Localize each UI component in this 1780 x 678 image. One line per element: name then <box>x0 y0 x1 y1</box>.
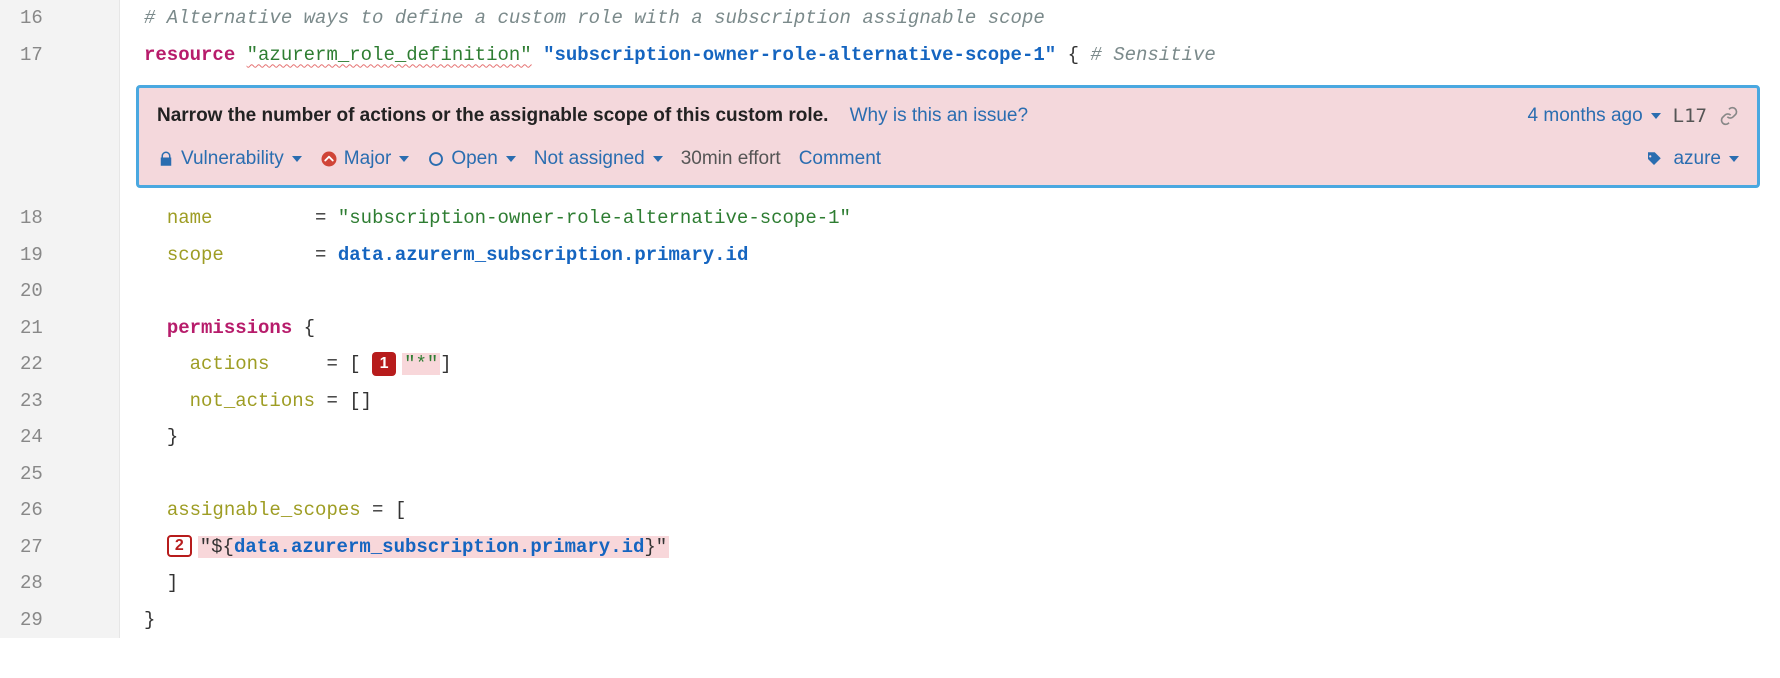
issue-assignee-label: Not assigned <box>534 145 645 174</box>
line-number: 23 <box>0 383 120 420</box>
tag-icon <box>1645 150 1663 168</box>
issue-severity-dropdown[interactable]: Major <box>320 145 410 174</box>
secondary-location-marker[interactable]: 1 <box>372 352 396 376</box>
line-number: 25 <box>0 456 120 493</box>
line-number: 24 <box>0 419 120 456</box>
bracket-close: ] <box>167 572 178 594</box>
line-number: 20 <box>0 273 120 310</box>
line-number: 27 <box>0 529 120 566</box>
code-content: } <box>120 419 178 456</box>
chevron-down-icon <box>1651 113 1661 119</box>
status-open-icon <box>427 150 445 168</box>
code-content: assignable_scopes = [ <box>120 492 406 529</box>
code-line: 28 ] <box>0 565 1780 602</box>
line-number: 28 <box>0 565 120 602</box>
ident-not-actions: not_actions <box>190 390 315 412</box>
code-content: actions = [ 1"*"] <box>120 346 452 383</box>
code-line: 21 permissions { <box>0 310 1780 347</box>
why-issue-link[interactable]: Why is this an issue? <box>850 105 1028 126</box>
issue-severity-label: Major <box>344 145 392 174</box>
highlighted-code: "${data.azurerm_subscription.primary.id}… <box>198 536 670 558</box>
code-line: 24 } <box>0 419 1780 456</box>
code-content: } <box>120 602 155 639</box>
code-line: 26 assignable_scopes = [ <box>0 492 1780 529</box>
ident-scope: scope <box>167 244 224 266</box>
code-line: 25 <box>0 456 1780 493</box>
issue-assignee-dropdown[interactable]: Not assigned <box>534 145 663 174</box>
code-line: 23 not_actions = [] <box>0 383 1780 420</box>
line-number: 19 <box>0 237 120 274</box>
code-content: permissions { <box>120 310 315 347</box>
chevron-down-icon <box>292 156 302 162</box>
ident-permissions: permissions <box>167 317 292 339</box>
brace-close: } <box>167 426 178 448</box>
code-line: 16 # Alternative ways to define a custom… <box>0 0 1780 37</box>
line-number: 18 <box>0 200 120 237</box>
chevron-down-icon <box>653 156 663 162</box>
chevron-down-icon <box>1729 156 1739 162</box>
resource-name: "subscription-owner-role-alternative-sco… <box>543 44 1056 66</box>
line-number: 21 <box>0 310 120 347</box>
resource-type: "azurerm_role_definition" <box>247 44 532 66</box>
chevron-down-icon <box>506 156 516 162</box>
code-content: not_actions = [] <box>120 383 372 420</box>
comment-text: # Sensitive <box>1090 44 1215 66</box>
comment-text: # Alternative ways to define a custom ro… <box>144 7 1045 29</box>
severity-major-icon <box>320 150 338 168</box>
code-line: 19 scope = data.azurerm_subscription.pri… <box>0 237 1780 274</box>
issue-type-dropdown[interactable]: Vulnerability <box>157 145 302 174</box>
code-line: 17 resource "azurerm_role_definition" "s… <box>0 37 1780 74</box>
gutter-spacer <box>0 73 120 200</box>
code-content: 2 "${data.azurerm_subscription.primary.id… <box>120 529 669 566</box>
issue-status-label: Open <box>451 145 497 174</box>
issue-effort: 30min effort <box>681 145 781 174</box>
code-content: # Alternative ways to define a custom ro… <box>120 0 1045 37</box>
issue-type-label: Vulnerability <box>181 145 284 174</box>
line-number: 26 <box>0 492 120 529</box>
issue-line-ref: L17 <box>1673 102 1707 131</box>
code-content: scope = data.azurerm_subscription.primar… <box>120 237 748 274</box>
code-line: 20 <box>0 273 1780 310</box>
line-number: 29 <box>0 602 120 639</box>
brace-close: } <box>144 609 155 631</box>
code-content <box>120 273 155 310</box>
line-number: 16 <box>0 0 120 37</box>
permalink-icon[interactable] <box>1719 106 1739 126</box>
issue-tag-dropdown[interactable]: azure <box>1673 145 1739 174</box>
code-content <box>120 456 155 493</box>
reference: data.azurerm_subscription.primary.id <box>234 536 644 558</box>
chevron-down-icon <box>399 156 409 162</box>
issue-tag-label: azure <box>1673 145 1721 174</box>
line-number: 22 <box>0 346 120 383</box>
ident-assignable-scopes: assignable_scopes <box>167 499 361 521</box>
issue-age-dropdown[interactable]: 4 months ago <box>1528 102 1661 131</box>
issue-comment-link[interactable]: Comment <box>799 145 881 174</box>
issue-box: Narrow the number of actions or the assi… <box>136 85 1760 188</box>
code-content: resource "azurerm_role_definition" "subs… <box>120 37 1216 74</box>
code-line: 27 2 "${data.azurerm_subscription.primary… <box>0 529 1780 566</box>
code-viewer: 16 # Alternative ways to define a custom… <box>0 0 1780 638</box>
ident-name: name <box>167 207 213 229</box>
code-line: 29 } <box>0 602 1780 639</box>
issue-heading: Narrow the number of actions or the assi… <box>157 102 1028 131</box>
code-content: ] <box>120 565 178 602</box>
secondary-location-marker[interactable]: 2 <box>167 535 192 557</box>
keyword-resource: resource <box>144 44 235 66</box>
highlighted-code: "*" <box>402 353 440 375</box>
code-line: 18 name = "subscription-owner-role-alter… <box>0 200 1780 237</box>
issue-message: Narrow the number of actions or the assi… <box>157 105 828 126</box>
issue-status-dropdown[interactable]: Open <box>427 145 515 174</box>
ident-actions: actions <box>190 353 270 375</box>
string-value: "subscription-owner-role-alternative-sco… <box>338 207 851 229</box>
reference: data.azurerm_subscription.primary.id <box>338 244 748 266</box>
issue-age: 4 months ago <box>1528 102 1643 131</box>
code-content: name = "subscription-owner-role-alternat… <box>120 200 851 237</box>
line-number: 17 <box>0 37 120 74</box>
code-line: 22 actions = [ 1"*"] <box>0 346 1780 383</box>
lock-icon <box>157 150 175 168</box>
